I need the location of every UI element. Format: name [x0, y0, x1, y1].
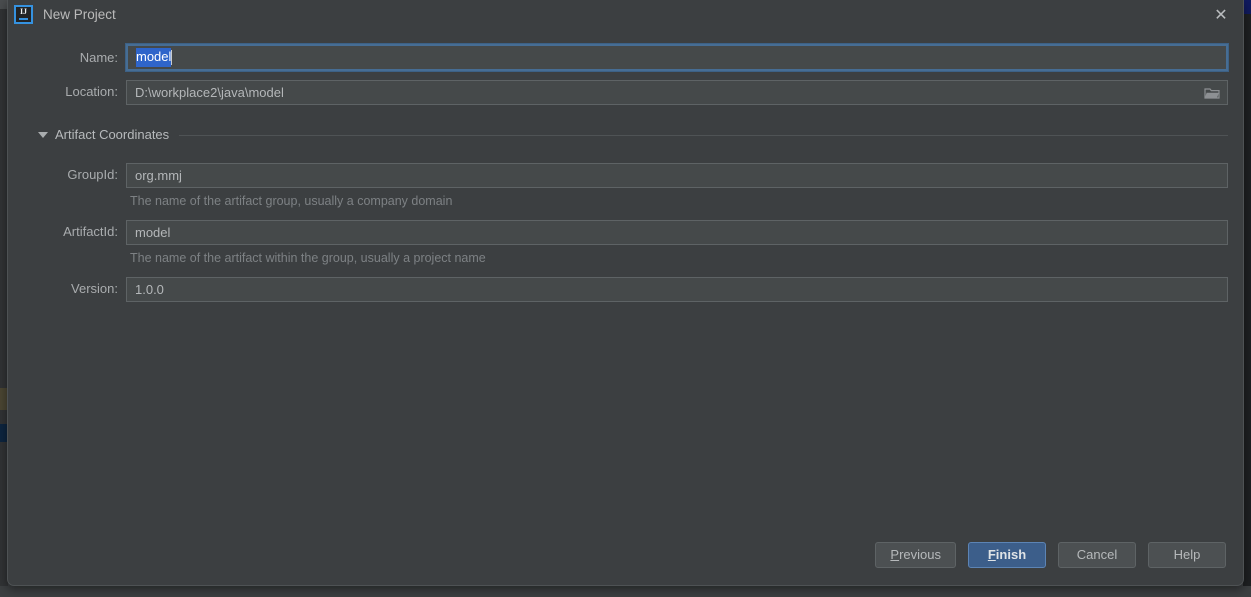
- version-label: Version:: [71, 281, 118, 296]
- location-input-value: D:\workplace2\java\model: [135, 84, 284, 100]
- artifactid-input[interactable]: model: [126, 220, 1228, 245]
- artifactid-label: ArtifactId:: [63, 224, 118, 239]
- folder-icon[interactable]: [1204, 86, 1220, 99]
- backdrop-bottom-strip: [0, 586, 1251, 597]
- section-divider: [179, 134, 1228, 136]
- groupid-label: GroupId:: [67, 167, 118, 182]
- backdrop-right-accent: [1243, 0, 1251, 14]
- backdrop-right-shadow: [1243, 14, 1251, 597]
- groupid-input[interactable]: org.mmj: [126, 163, 1228, 188]
- app-icon-text: IJ: [19, 7, 28, 16]
- groupid-input-value: org.mmj: [135, 167, 182, 183]
- artifactid-hint: The name of the artifact within the grou…: [130, 251, 486, 265]
- name-label-row: Name:: [8, 50, 118, 66]
- groupid-hint: The name of the artifact group, usually …: [130, 194, 453, 208]
- groupid-label-row: GroupId:: [8, 167, 118, 183]
- dialog-titlebar: IJ New Project ✕: [8, 0, 1243, 30]
- help-button[interactable]: Help: [1148, 542, 1226, 568]
- name-label: Name:: [79, 50, 118, 65]
- page-title: New Project: [43, 7, 116, 22]
- location-label: Location:: [65, 84, 118, 99]
- name-input[interactable]: model: [125, 43, 1229, 72]
- text-caret: [171, 50, 173, 65]
- version-input-value: 1.0.0: [135, 281, 164, 297]
- version-input[interactable]: 1.0.0: [126, 277, 1228, 302]
- dialog-footer: Previous Finish Cancel Help: [875, 542, 1226, 568]
- cancel-button[interactable]: Cancel: [1058, 542, 1136, 568]
- artifactid-label-row: ArtifactId:: [8, 224, 118, 240]
- intellij-idea-icon: IJ: [14, 5, 33, 24]
- location-input[interactable]: D:\workplace2\java\model: [126, 80, 1228, 105]
- chevron-down-icon[interactable]: [38, 132, 48, 138]
- app-icon-bar: [19, 18, 28, 20]
- close-icon[interactable]: ✕: [1207, 3, 1235, 27]
- previous-button[interactable]: Previous: [875, 542, 956, 568]
- new-project-dialog: IJ New Project ✕ Name: model Location: D…: [7, 0, 1244, 586]
- finish-button[interactable]: Finish: [968, 542, 1046, 568]
- artifact-coordinates-title: Artifact Coordinates: [55, 127, 170, 142]
- name-input-value: model: [136, 48, 172, 67]
- artifactid-input-value: model: [135, 224, 171, 240]
- artifact-coordinates-section-header[interactable]: Artifact Coordinates: [38, 126, 1228, 144]
- version-label-row: Version:: [8, 281, 118, 297]
- location-label-row: Location:: [8, 84, 118, 100]
